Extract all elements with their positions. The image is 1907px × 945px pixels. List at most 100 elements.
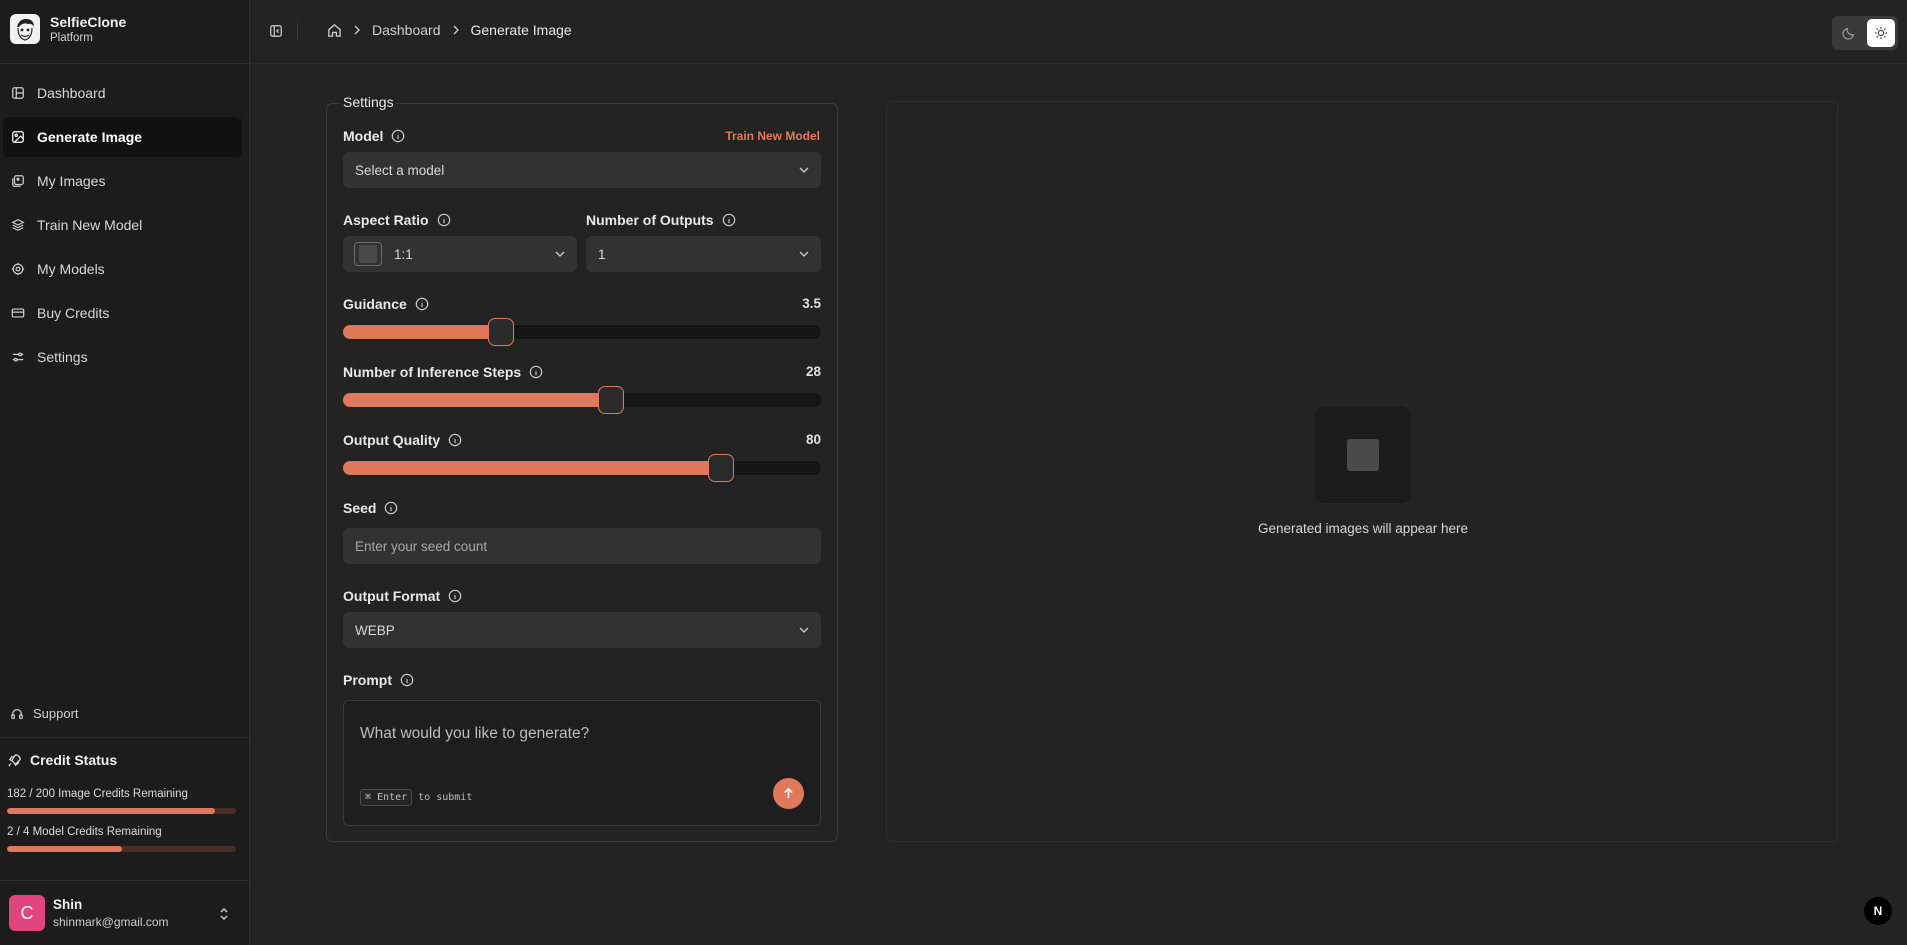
info-icon[interactable] (400, 673, 414, 687)
sidebar-item-label: My Models (37, 261, 105, 277)
credit-status: Credit Status 182 / 200 Image Credits Re… (0, 737, 250, 852)
guidance-slider[interactable] (343, 318, 821, 346)
model-label: Model (343, 128, 405, 144)
cog-icon (11, 262, 25, 276)
sidebar-item-buy-credits[interactable]: Buy Credits (3, 293, 242, 333)
info-icon[interactable] (437, 213, 451, 227)
image-placeholder-icon (1315, 407, 1411, 503)
credit-card-icon (11, 306, 25, 320)
sidebar-item-train-new-model[interactable]: Train New Model (3, 205, 242, 245)
home-icon[interactable] (327, 23, 342, 38)
model-credits-bar (7, 846, 236, 852)
model-credits-bar-fill (7, 846, 122, 852)
output-quality-value: 80 (805, 432, 821, 447)
brand[interactable]: SelfieClone Platform (10, 14, 126, 44)
number-of-outputs-label: Number of Outputs (586, 212, 736, 228)
divider (0, 63, 250, 64)
output-format-value: WEBP (355, 622, 395, 638)
breadcrumb-current: Generate Image (470, 22, 572, 38)
aspect-ratio-swatch (354, 242, 382, 266)
divider (297, 23, 298, 39)
prompt-textarea[interactable]: What would you like to generate? ⌘ Enter… (343, 700, 821, 826)
headset-icon (11, 708, 23, 719)
train-new-model-link[interactable]: Train New Model (700, 129, 820, 143)
avatar: C (9, 895, 45, 931)
image-credits-bar-fill (7, 808, 216, 814)
sidebar-item-label: Train New Model (37, 217, 143, 233)
output-quality-slider[interactable] (343, 454, 821, 482)
keyboard-shortcut: ⌘ Enter (360, 789, 413, 806)
image-credits-text: 182 / 200 Image Credits Remaining (7, 788, 188, 800)
number-of-outputs-value: 1 (598, 246, 606, 262)
user-name: Shin (53, 897, 83, 912)
image-icon (11, 130, 25, 144)
sidebar-item-dashboard[interactable]: Dashboard (3, 73, 242, 113)
sidebar-item-settings[interactable]: Settings (3, 337, 242, 377)
breadcrumb-dashboard[interactable]: Dashboard (372, 22, 441, 38)
support-link[interactable]: Support (10, 706, 79, 721)
user-menu[interactable]: C Shin shinmark@gmail.com (0, 880, 250, 945)
credit-status-title: Credit Status (7, 752, 243, 768)
topbar: Dashboard Generate Image (250, 0, 1907, 64)
output-quality-slider-thumb[interactable] (707, 454, 734, 482)
inference-steps-slider-thumb[interactable] (597, 386, 624, 414)
chevron-right-icon (352, 25, 362, 35)
info-icon[interactable] (448, 433, 462, 447)
output-quality-slider-fill (343, 461, 721, 475)
brand-subtitle: Platform (50, 32, 93, 44)
support-label: Support (33, 706, 79, 721)
info-icon[interactable] (448, 589, 462, 603)
arrow-up-icon (784, 787, 793, 799)
chevron-right-icon (451, 25, 461, 35)
submit-hint: ⌘ Enter to submit (360, 789, 472, 806)
seed-label: Seed (343, 500, 398, 516)
prompt-label: Prompt (343, 672, 414, 688)
preview-empty-text: Generated images will appear here (1257, 521, 1469, 536)
info-icon[interactable] (722, 213, 736, 227)
prompt-placeholder: What would you like to generate? (360, 725, 590, 742)
brand-logo (10, 14, 40, 44)
chevron-down-icon (799, 627, 809, 633)
aspect-ratio-label: Aspect Ratio (343, 212, 451, 228)
output-format-label: Output Format (343, 588, 462, 604)
image-credits-bar (7, 808, 236, 814)
next-badge[interactable]: N (1864, 897, 1892, 925)
sidebar-item-my-models[interactable]: My Models (3, 249, 242, 289)
submit-hint-text: to submit (418, 792, 473, 803)
guidance-slider-thumb[interactable] (487, 318, 514, 346)
seed-input[interactable]: Enter your seed count (343, 528, 821, 564)
sidebar-item-label: Generate Image (37, 129, 143, 145)
images-icon (11, 174, 25, 188)
output-quality-label: Output Quality (343, 432, 462, 448)
inference-steps-label: Number of Inference Steps (343, 364, 543, 380)
chevrons-up-down-icon (220, 908, 228, 920)
info-icon[interactable] (415, 297, 429, 311)
sidebar-item-label: Buy Credits (37, 305, 110, 321)
chevron-down-icon (799, 167, 809, 173)
sidebar: SelfieClone Platform Dashboard Generate … (0, 0, 250, 945)
inference-steps-slider[interactable] (343, 386, 821, 414)
info-icon[interactable] (384, 501, 398, 515)
model-select[interactable]: Select a model (343, 152, 821, 188)
info-icon[interactable] (391, 129, 405, 143)
model-select-value: Select a model (355, 162, 445, 178)
sun-button[interactable] (1867, 19, 1895, 47)
sidebar-item-label: Settings (37, 349, 88, 365)
sidebar-item-label: My Images (37, 173, 106, 189)
number-of-outputs-select[interactable]: 1 (586, 236, 821, 272)
sidebar-item-generate-image[interactable]: Generate Image (3, 117, 242, 157)
aspect-ratio-select[interactable]: 1:1 (343, 236, 577, 272)
info-icon[interactable] (529, 365, 543, 379)
submit-button[interactable] (773, 778, 804, 809)
sidebar-item-my-images[interactable]: My Images (3, 161, 242, 201)
aspect-ratio-value: 1:1 (394, 246, 413, 262)
settings-legend: Settings (341, 94, 396, 110)
sidebar-item-label: Dashboard (37, 85, 106, 101)
output-format-select[interactable]: WEBP (343, 612, 821, 648)
sun-icon (1874, 26, 1888, 40)
moon-icon[interactable] (1842, 26, 1856, 40)
layers-icon (11, 218, 25, 232)
theme-switch[interactable] (1832, 16, 1898, 50)
sidebar-toggle-icon[interactable] (269, 24, 283, 38)
chevron-down-icon (799, 251, 809, 257)
